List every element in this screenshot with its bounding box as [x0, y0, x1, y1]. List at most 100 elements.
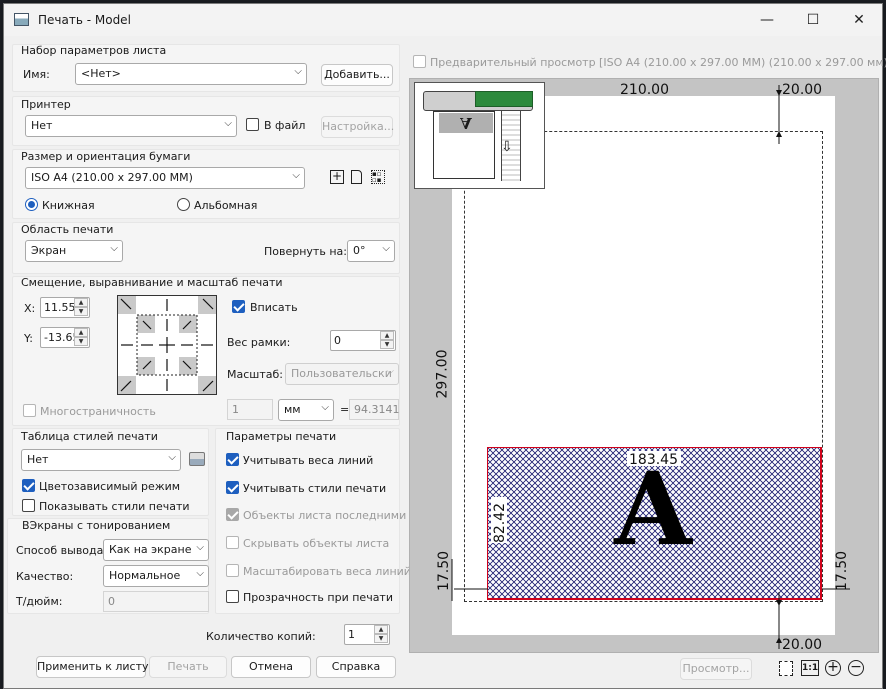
- output-label: Способ вывода:: [16, 544, 108, 557]
- scale-value: Пользовательски: [291, 367, 392, 380]
- printer-group: Принтер Нет ⌵ В файл Настройка...: [12, 96, 400, 146]
- scale-num-field[interactable]: 1: [227, 399, 273, 420]
- cancel-button[interactable]: Отмена: [231, 656, 311, 678]
- output-select[interactable]: Как на экране ⌵: [103, 539, 209, 561]
- paper-size-value: ISO A4 (210.00 x 297.00 MM): [31, 171, 193, 184]
- zoom-out-icon[interactable]: −: [848, 660, 864, 676]
- print-area-value: Экран: [31, 244, 67, 257]
- plot-styles-label: Учитывать стили печати: [243, 482, 387, 495]
- y-up-icon[interactable]: ▲: [74, 328, 88, 337]
- y-down-icon[interactable]: ▼: [74, 337, 88, 346]
- x-up-icon[interactable]: ▲: [74, 298, 88, 307]
- show-styles-label: Показывать стили печати: [39, 500, 190, 513]
- landscape-radio[interactable]: [177, 198, 190, 211]
- rotate-label: Повернуть на:: [264, 245, 347, 258]
- chevron-down-icon: ⌵: [321, 402, 329, 413]
- zoom-in-icon[interactable]: +: [825, 660, 841, 676]
- printer-select[interactable]: Нет ⌵: [25, 115, 237, 137]
- frame-weight-value: 0: [334, 334, 341, 347]
- unit-value: мм: [284, 403, 301, 416]
- chevron-down-icon: ⌵: [294, 66, 302, 77]
- quality-select[interactable]: Нормальное ⌵: [103, 565, 209, 587]
- close-button[interactable]: ✕: [836, 4, 882, 36]
- preview-button[interactable]: Просмотр...: [680, 658, 752, 680]
- paper-group: Размер и ориентация бумаги ISO A4 (210.0…: [12, 149, 400, 219]
- dpi-field[interactable]: 0: [103, 591, 209, 612]
- x-offset-input[interactable]: 11.55 ▲ ▼: [40, 297, 90, 318]
- frame-up-icon[interactable]: ▲: [380, 331, 394, 340]
- lineweights-checkbox[interactable]: [226, 453, 239, 466]
- scale-lineweights-checkbox[interactable]: [226, 564, 239, 577]
- plot-style-select[interactable]: Нет ⌵: [21, 449, 181, 471]
- print-button[interactable]: Печать: [149, 656, 227, 678]
- dim-area-height: 82.42: [492, 502, 509, 544]
- window-title: Печать - Model: [38, 13, 131, 27]
- x-down-icon[interactable]: ▼: [74, 307, 88, 316]
- maximize-button[interactable]: ☐: [790, 4, 836, 36]
- paperspace-last-checkbox[interactable]: [226, 508, 239, 521]
- equals-sign: =: [340, 403, 350, 416]
- dim-area-width: 183.45: [629, 452, 678, 468]
- dim-top-margin: 20.00: [782, 82, 823, 98]
- print-area-select[interactable]: Экран ⌵: [25, 240, 123, 262]
- scale-select[interactable]: Пользовательски ⌵: [285, 363, 399, 385]
- page-icon[interactable]: [351, 170, 362, 184]
- portrait-radio[interactable]: [25, 198, 38, 211]
- plot-styles-checkbox[interactable]: [226, 481, 239, 494]
- x-label: X:: [24, 302, 36, 315]
- scale-result-field: 94.3141: [349, 399, 400, 420]
- to-file-checkbox[interactable]: [246, 118, 259, 131]
- copies-down-icon[interactable]: ▼: [374, 634, 388, 643]
- plot-style-value: Нет: [27, 453, 49, 466]
- shaded-label: ВЭкраны с тонированием: [22, 519, 171, 532]
- paper-size-select[interactable]: ISO A4 (210.00 x 297.00 MM) ⌵: [25, 167, 305, 189]
- hide-objects-label: Скрывать объекты листа: [243, 537, 390, 550]
- actual-size-icon[interactable]: 1:1: [801, 660, 819, 676]
- offset-label: Смещение, выравнивание и масштаб печати: [21, 276, 283, 289]
- color-dependent-checkbox[interactable]: [22, 479, 35, 492]
- print-dialog: Печать - Model — ☐ ✕ Набор параметров ли…: [3, 3, 886, 689]
- fit-checkbox[interactable]: [232, 300, 245, 313]
- help-button[interactable]: Справка: [316, 656, 396, 678]
- show-styles-checkbox[interactable]: [22, 499, 35, 512]
- transparency-label: Прозрачность при печати: [243, 591, 393, 604]
- apply-to-layout-button[interactable]: Применить к листу: [36, 656, 148, 678]
- fit-page-icon[interactable]: [779, 661, 793, 676]
- transparency-checkbox[interactable]: [226, 590, 239, 603]
- hide-objects-checkbox[interactable]: [226, 536, 239, 549]
- portrait-label: Книжная: [42, 199, 95, 212]
- frame-down-icon[interactable]: ▼: [380, 340, 394, 349]
- center-plot-icon[interactable]: +: [330, 170, 344, 184]
- copies-value: 1: [348, 628, 355, 641]
- minimize-button[interactable]: —: [744, 4, 790, 36]
- add-page-setup-button[interactable]: Добавить...: [321, 64, 393, 86]
- rotate-select[interactable]: 0° ⌵: [347, 240, 395, 262]
- chevron-down-icon: ⌵: [196, 542, 204, 553]
- qr-settings-icon[interactable]: ▪▫ ▫▪: [371, 170, 385, 184]
- fit-label: Вписать: [250, 301, 298, 314]
- dim-left-margin: 17.50: [436, 550, 453, 592]
- x-offset-value: 11.55: [44, 301, 76, 314]
- multipage-label: Многостраничность: [40, 405, 156, 418]
- y-label: Y:: [24, 332, 33, 345]
- unit-select[interactable]: мм ⌵: [278, 399, 334, 421]
- y-offset-input[interactable]: -13.65 ▲ ▼: [40, 327, 90, 348]
- plot-style-group: Таблица стилей печати Нет ⌵ Цветозависимы…: [12, 428, 209, 516]
- edit-style-icon[interactable]: [189, 452, 205, 466]
- paperspace-last-label: Объекты листа последними: [243, 509, 407, 522]
- preview-checkbox[interactable]: [413, 55, 426, 68]
- multipage-checkbox[interactable]: [23, 404, 36, 417]
- printer-properties-button[interactable]: Настройка...: [321, 116, 394, 138]
- dim-top: 210.00: [620, 82, 669, 98]
- alignment-grid[interactable]: [117, 295, 217, 395]
- chevron-down-icon: ⌵: [110, 243, 118, 254]
- copies-input[interactable]: 1 ▲ ▼: [344, 624, 390, 645]
- quality-value: Нормальное: [109, 569, 181, 582]
- paper-label: Размер и ориентация бумаги: [21, 150, 191, 163]
- frame-weight-input[interactable]: 0 ▲ ▼: [330, 330, 396, 351]
- page-setup-name-select[interactable]: <Нет> ⌵: [75, 63, 307, 85]
- copies-up-icon[interactable]: ▲: [374, 625, 388, 634]
- offset-group: Смещение, выравнивание и масштаб печати …: [12, 276, 400, 426]
- page-setup-group: Набор параметров листа Имя: <Нет> ⌵ Добав…: [12, 44, 400, 92]
- rotate-value: 0°: [353, 244, 366, 257]
